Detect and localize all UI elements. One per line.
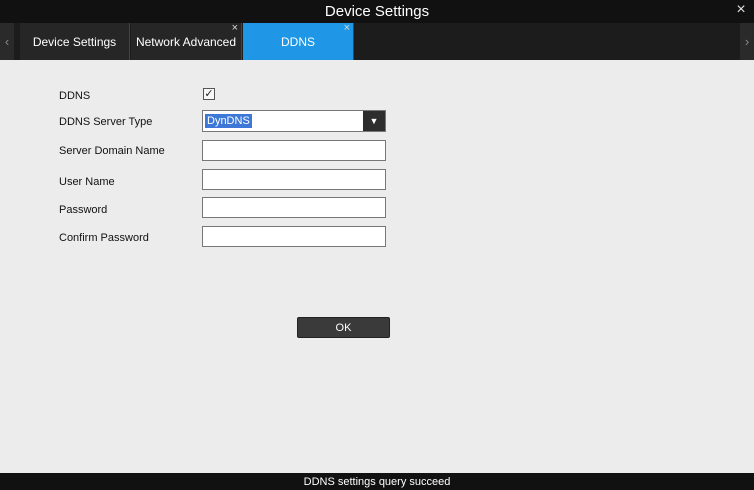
user-name-input[interactable] [202,169,386,190]
scroll-tabs-left-icon[interactable]: ‹ [0,23,14,60]
tab-network-advanced[interactable]: Network Advanced × [131,22,242,60]
status-bar: DDNS settings query succeed [0,473,754,490]
ddns-settings-panel: DDNS ✓ DDNS Server Type DynDNS ▼ Server … [0,60,754,473]
ddns-checkbox[interactable]: ✓ [203,88,215,100]
dropdown-arrow-icon[interactable]: ▼ [363,111,385,131]
tab-ddns[interactable]: DDNS × [243,22,354,60]
ddns-label: DDNS [59,90,91,102]
tab-device-settings[interactable]: Device Settings [20,23,130,60]
confirm-password-label: Confirm Password [59,232,149,244]
ddns-server-type-select[interactable]: DynDNS ▼ [202,110,386,132]
server-domain-name-label: Server Domain Name [59,145,165,157]
selected-value: DynDNS [205,114,252,128]
ok-button[interactable]: OK [297,317,390,338]
close-tab-icon[interactable]: × [344,22,350,34]
confirm-password-input[interactable] [202,226,386,247]
tab-label: Network Advanced [135,34,237,49]
password-label: Password [59,204,108,216]
title-bar: Device Settings × [0,0,754,23]
scroll-tabs-right-icon[interactable]: › [740,23,754,60]
close-tab-icon[interactable]: × [232,22,238,34]
ddns-server-type-label: DDNS Server Type [59,116,153,128]
window-title: Device Settings [324,3,430,20]
tab-label: Device Settings [32,34,117,49]
close-icon[interactable]: × [733,1,749,21]
user-name-label: User Name [59,176,115,188]
password-input[interactable] [202,197,386,218]
server-domain-name-input[interactable] [202,140,386,161]
tab-bar: ‹ Device Settings Network Advanced × DDN… [0,22,754,60]
status-message: DDNS settings query succeed [303,475,451,488]
tab-label: DDNS [280,34,315,49]
